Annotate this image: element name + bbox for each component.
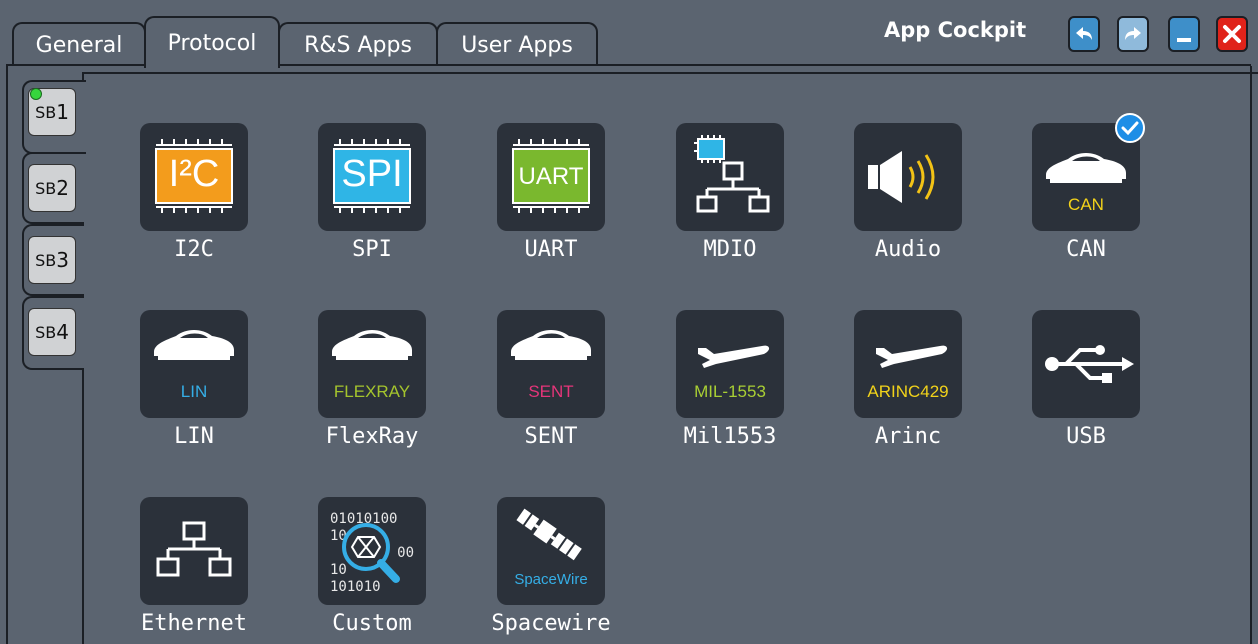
app-label: SPI (352, 237, 392, 262)
tile-text: CAN (1068, 195, 1104, 214)
tab-general-label: General (35, 32, 123, 58)
app-label: I2C (174, 237, 214, 262)
app-label: Custom (332, 611, 412, 636)
tab-user-apps[interactable]: User Apps (436, 22, 598, 66)
sb3-prefix: SB (35, 250, 57, 270)
app-label: SENT (524, 424, 578, 449)
app-tile (140, 497, 248, 605)
tile-text: SpaceWire (514, 571, 588, 588)
app-tile: 01010100 10 00 10 101010 (318, 497, 426, 605)
app-tile: SENT (497, 310, 605, 418)
window-title: App Cockpit (884, 18, 1027, 42)
app-custom[interactable]: 01010100 10 00 10 101010 Custom (307, 497, 437, 644)
app-tile: I²C (140, 123, 248, 231)
sb4-number: 4 (56, 320, 69, 344)
right-border (1250, 66, 1252, 644)
redo-arrow-icon (1125, 27, 1141, 40)
app-label: Arinc (874, 424, 942, 449)
app-mil1553[interactable]: MIL-1553 Mil1553 (665, 310, 795, 460)
app-arinc[interactable]: ARINC429 Arinc (843, 310, 973, 460)
status-led-icon (30, 88, 42, 100)
chip-text: UART (518, 163, 584, 190)
close-button[interactable] (1216, 16, 1248, 52)
tab-user-apps-label: User Apps (461, 32, 573, 58)
side-tab-sb1[interactable]: SB 1 (22, 80, 86, 154)
close-x-icon (1223, 25, 1241, 43)
tab-rs-apps-label: R&S Apps (304, 32, 412, 58)
app-tile (1032, 310, 1140, 418)
app-tile (676, 123, 784, 231)
app-tile: FLEXRAY (318, 310, 426, 418)
app-tile: UART (497, 123, 605, 231)
tile-text: MIL-1553 (694, 382, 766, 401)
sb4-prefix: SB (35, 322, 57, 342)
minimize-button[interactable] (1168, 16, 1200, 52)
app-label: LIN (174, 424, 214, 449)
tile-text: FLEXRAY (333, 382, 411, 401)
app-label: CAN (1066, 237, 1106, 262)
sb1-prefix: SB (35, 102, 57, 122)
app-spacewire[interactable]: SpaceWire Spacewire (486, 497, 616, 644)
app-label: Spacewire (491, 611, 611, 636)
usb-icon (1045, 345, 1134, 383)
sb2-button[interactable]: SB 2 (28, 164, 76, 212)
undo-arrow-icon (1076, 27, 1092, 40)
app-tile: SPI (318, 123, 426, 231)
satellite-icon (516, 508, 582, 561)
selected-check-icon (1115, 113, 1145, 143)
app-cockpit-window: General Protocol R&S Apps User Apps App … (0, 0, 1258, 644)
app-mdio[interactable]: MDIO (665, 123, 795, 273)
chip-text: I²C (168, 153, 220, 195)
sb3-button[interactable]: SB 3 (28, 236, 76, 284)
app-tile: ARINC429 (854, 310, 962, 418)
sb1-number: 1 (56, 100, 69, 124)
app-usb[interactable]: USB (1021, 310, 1151, 460)
mdio-network-icon (694, 135, 770, 213)
app-label: MDIO (703, 237, 757, 262)
tab-protocol-label: Protocol (167, 30, 257, 56)
side-tab-sb3[interactable]: SB 3 (22, 224, 84, 296)
app-can[interactable]: CAN CAN (1021, 113, 1151, 273)
tab-general[interactable]: General (12, 22, 146, 66)
minimize-icon (1177, 38, 1191, 42)
sb2-number: 2 (56, 176, 69, 200)
app-label: Mil1553 (683, 424, 777, 449)
app-flexray[interactable]: FLEXRAY FlexRay (307, 310, 437, 460)
app-label: Audio (874, 237, 942, 262)
app-uart[interactable]: UART UART (486, 123, 616, 273)
app-spi[interactable]: SPI SPI (307, 123, 437, 273)
tab-protocol[interactable]: Protocol (144, 16, 280, 68)
left-border (6, 66, 8, 644)
app-tile: MIL-1553 (676, 310, 784, 418)
speaker-icon (868, 151, 935, 203)
app-audio[interactable]: Audio (843, 123, 973, 273)
tile-text: SENT (528, 382, 574, 401)
app-label: FlexRay (325, 424, 419, 449)
tile-text: ARINC429 (867, 382, 949, 401)
app-ethernet[interactable]: Ethernet (129, 497, 259, 644)
app-tile: SpaceWire (497, 497, 605, 605)
sb3-number: 3 (56, 248, 69, 272)
app-lin[interactable]: LIN LIN (129, 310, 259, 460)
tile-text: LIN (180, 382, 208, 401)
undo-button[interactable] (1068, 16, 1100, 52)
sb4-button[interactable]: SB 4 (28, 308, 76, 356)
app-label: UART (524, 237, 578, 262)
app-i2c[interactable]: I²C I2C (129, 123, 259, 273)
side-tab-sb4[interactable]: SB 4 (22, 296, 84, 370)
app-label: USB (1066, 424, 1106, 449)
sb2-prefix: SB (35, 178, 57, 198)
chip-text: SPI (341, 153, 403, 195)
tab-rs-apps[interactable]: R&S Apps (278, 22, 438, 66)
app-tile (854, 123, 962, 231)
redo-button[interactable] (1117, 16, 1149, 52)
app-label: Ethernet (141, 611, 247, 636)
app-sent[interactable]: SENT SENT (486, 310, 616, 460)
magnifier-icon (342, 523, 400, 583)
ethernet-network-icon (156, 521, 232, 577)
side-tab-sb2[interactable]: SB 2 (22, 152, 84, 224)
app-tile: LIN (140, 310, 248, 418)
